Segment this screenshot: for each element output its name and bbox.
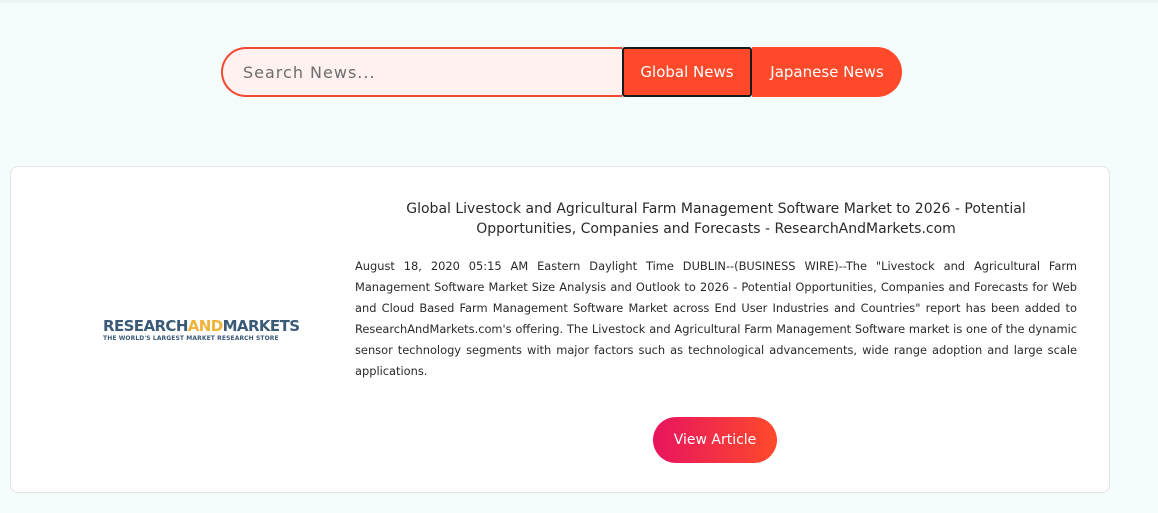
article-title: Global Livestock and Agricultural Farm M… [406, 201, 1026, 237]
logo-word-research: RESEARCH [103, 317, 188, 335]
researchandmarkets-logo: RESEARCHANDMARKETS THE WORLD'S LARGEST M… [103, 317, 300, 343]
search-input[interactable] [221, 47, 622, 97]
logo-wordmark: RESEARCHANDMARKETS [103, 317, 300, 335]
top-divider [0, 0, 1158, 3]
article-card: RESEARCHANDMARKETS THE WORLD'S LARGEST M… [10, 166, 1110, 493]
logo-word-and: AND [187, 317, 223, 335]
japanese-news-button[interactable]: Japanese News [752, 47, 902, 97]
news-page: Global News Japanese News RESEARCHANDMAR… [0, 0, 1158, 513]
view-article-button[interactable]: View Article [653, 417, 777, 463]
logo-word-markets: MARKETS [222, 317, 300, 335]
article-summary: August 18, 2020 05:15 AM Eastern Dayligh… [355, 259, 1077, 378]
global-news-button[interactable]: Global News [622, 47, 752, 97]
search-bar: Global News Japanese News [221, 47, 902, 97]
logo-tagline: THE WORLD'S LARGEST MARKET RESEARCH STOR… [103, 335, 279, 342]
